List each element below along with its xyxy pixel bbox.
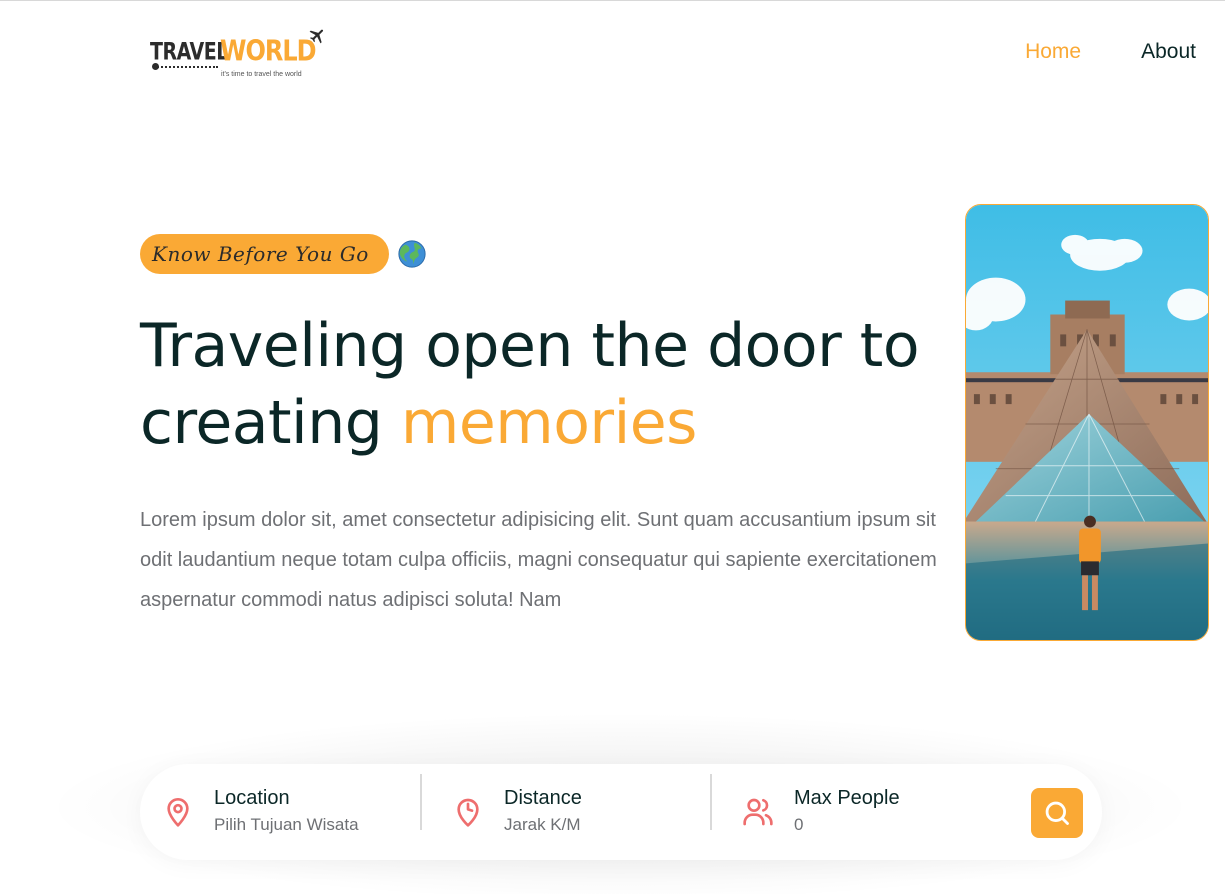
logo-dotted-path	[154, 66, 218, 68]
logo[interactable]: TRAVEL WORLD it's time to travel the wor…	[150, 28, 325, 84]
globe-emoji-icon	[398, 240, 426, 268]
location-label: Location	[214, 787, 290, 809]
distance-value[interactable]: Jarak K/M	[504, 812, 582, 838]
distance-field[interactable]: Distance Jarak K/M	[452, 774, 582, 850]
hero-description: Lorem ipsum dolor sit, amet consectetur …	[140, 509, 937, 611]
headline-line2-prefix: creating	[140, 388, 401, 458]
search-button[interactable]	[1031, 788, 1083, 838]
max-people-text: Max People 0	[794, 786, 900, 838]
search-divider	[420, 774, 422, 830]
group-icon	[743, 798, 773, 826]
main-nav: Home About	[1025, 40, 1196, 64]
logo-text-world: WORLD	[220, 34, 317, 68]
location-value[interactable]: Pilih Tujuan Wisata	[214, 812, 359, 838]
max-people-label: Max People	[794, 787, 900, 809]
headline-line1: Traveling open the door to	[140, 311, 920, 381]
hero-badge-row: Know Before You Go	[140, 234, 427, 274]
hero-badge: Know Before You Go	[140, 234, 389, 274]
clock-icon	[457, 798, 479, 827]
search-divider	[710, 774, 712, 830]
nav-home-link[interactable]: Home	[1025, 40, 1081, 64]
location-field[interactable]: Location Pilih Tujuan Wisata	[162, 774, 359, 850]
location-text: Location Pilih Tujuan Wisata	[214, 786, 359, 838]
hero-headline: Traveling open the door to creating memo…	[140, 308, 920, 462]
logo-text-travel: TRAVEL	[150, 38, 228, 66]
hero-image	[965, 204, 1209, 641]
top-border	[0, 0, 1225, 1]
nav-about-link[interactable]: About	[1141, 40, 1196, 64]
airplane-icon	[309, 29, 324, 44]
search-icon	[1045, 801, 1069, 825]
distance-label: Distance	[504, 787, 582, 809]
louvre-pyramid-photo	[966, 205, 1208, 640]
max-people-field[interactable]: Max People 0	[742, 774, 900, 850]
max-people-value[interactable]: 0	[794, 812, 900, 838]
distance-text: Distance Jarak K/M	[504, 786, 582, 838]
map-pin-icon	[167, 798, 189, 827]
logo-tagline: it's time to travel the world	[221, 71, 302, 78]
headline-highlight: memories	[400, 388, 698, 458]
search-bar: Location Pilih Tujuan Wisata Distance Ja…	[140, 764, 1102, 860]
